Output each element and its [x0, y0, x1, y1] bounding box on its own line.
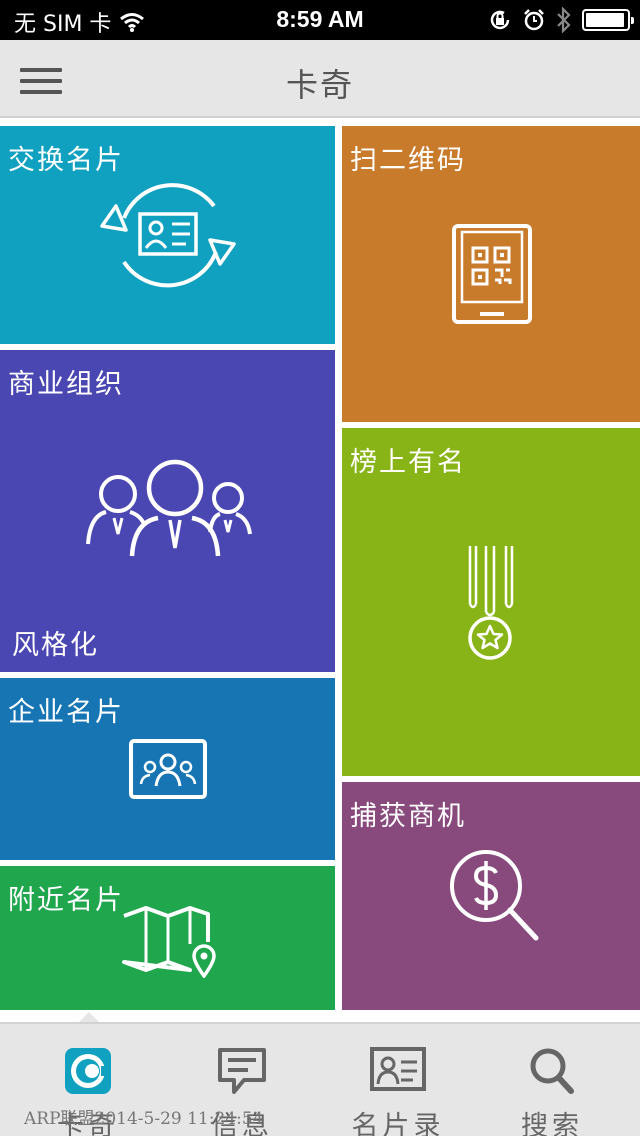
battery-icon — [582, 9, 634, 31]
tab-contacts[interactable]: 名片录 — [318, 1024, 478, 1136]
qr-scan-icon — [452, 224, 532, 324]
tab-contacts-label: 名片录 — [351, 1111, 445, 1136]
menu-button[interactable] — [20, 68, 62, 100]
hamburger-icon-line — [20, 90, 62, 94]
page-title: 卡奇 — [285, 66, 354, 104]
tile-business-org-sublabel: 风格化 — [12, 630, 99, 661]
tile-nearby-card-label: 附近名片 — [8, 885, 124, 916]
hamburger-icon-line — [20, 79, 62, 83]
map-location-icon — [122, 906, 216, 978]
exchange-card-icon — [100, 183, 236, 288]
tile-exchange-card[interactable]: 交换名片 — [0, 126, 335, 344]
rotation-lock-icon — [490, 10, 510, 30]
tab-search-label: 搜索 — [521, 1111, 583, 1136]
tile-scan-qr[interactable]: 扫二维码 — [342, 126, 640, 422]
kaqi-logo-icon — [65, 1048, 111, 1094]
tile-ranking[interactable]: 榜上有名 — [342, 428, 640, 776]
tab-search[interactable]: 搜索 — [472, 1024, 632, 1136]
tile-ranking-label: 榜上有名 — [350, 447, 466, 478]
search-icon — [530, 1048, 574, 1094]
message-icon — [218, 1048, 266, 1094]
hamburger-icon-line — [20, 68, 62, 72]
money-search-icon — [450, 850, 539, 941]
contact-card-icon — [370, 1047, 426, 1091]
bluetooth-icon — [557, 7, 571, 33]
tile-nearby-card[interactable]: 附近名片 — [0, 866, 335, 1010]
group-people-icon — [86, 459, 252, 557]
status-right — [488, 7, 634, 33]
tile-business-opportunity[interactable]: 捕获商机 — [342, 782, 640, 1010]
tile-company-card[interactable]: 企业名片 — [0, 678, 335, 860]
tile-business-org-label: 商业组织 — [8, 369, 124, 400]
nav-bar: 卡奇 — [0, 40, 640, 118]
tile-company-card-label: 企业名片 — [8, 697, 124, 728]
tile-business-org[interactable]: 商业组织 风格化 — [0, 350, 335, 672]
watermark: ARP联盟2014-5-29 11:24:54 — [24, 1109, 264, 1129]
tile-business-opportunity-label: 捕获商机 — [350, 801, 466, 832]
alarm-icon — [524, 9, 544, 31]
tile-exchange-card-label: 交换名片 — [8, 145, 124, 176]
medal-icon — [468, 546, 514, 660]
status-bar: 无 SIM 卡 8:59 AM — [0, 0, 640, 40]
company-card-icon — [129, 739, 207, 799]
tile-scan-qr-label: 扫二维码 — [350, 145, 466, 176]
